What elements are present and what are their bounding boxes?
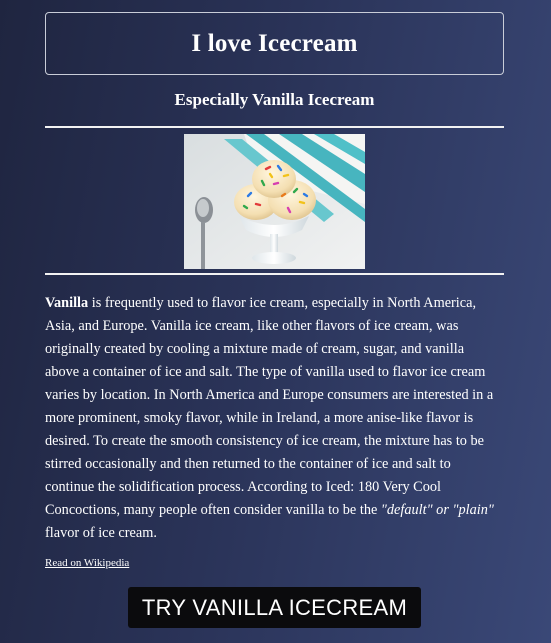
- article-text-2: flavor of ice cream.: [45, 525, 157, 541]
- top-divider: [45, 126, 504, 128]
- wikipedia-link[interactable]: Read on Wikipedia: [45, 557, 129, 569]
- page-title: I love Icecream: [191, 29, 358, 57]
- bottom-divider: [45, 273, 504, 275]
- page-subtitle: Especially Vanilla Icecream: [174, 90, 375, 109]
- article-text-1: is frequently used to flavor ice cream, …: [45, 295, 494, 518]
- article-paragraph: Vanilla is frequently used to flavor ice…: [45, 292, 497, 545]
- article-quote: "default" or "plain": [380, 502, 494, 518]
- title-box: I love Icecream: [45, 12, 504, 75]
- icecream-image: [184, 134, 365, 269]
- page-container: I love Icecream Especially Vanilla Icecr…: [45, 0, 504, 643]
- vanilla-icecream-sundae-icon: [184, 134, 365, 269]
- try-vanilla-button[interactable]: TRY VANILLA ICECREAM: [128, 587, 421, 628]
- lead-term: Vanilla: [45, 295, 89, 311]
